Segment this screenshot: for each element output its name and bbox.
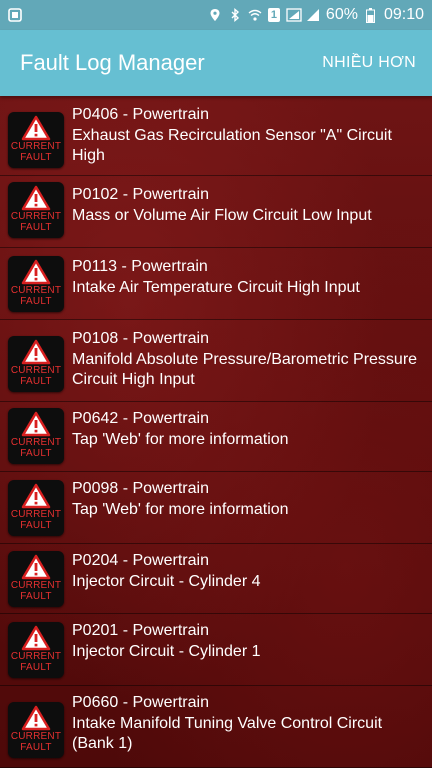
clock: 09:10 [383, 6, 424, 23]
fault-row[interactable]: CURRENT FAULT P0406 - Powertrain Exhaust… [0, 96, 432, 176]
fault-code: P0201 - Powertrain [72, 622, 209, 639]
location-icon [208, 8, 222, 22]
current-fault-icon: CURRENT FAULT [8, 622, 64, 678]
fault-description: Intake Air Temperature Circuit High Inpu… [72, 279, 360, 296]
fault-row[interactable]: CURRENT FAULT P0642 - Powertrain Tap 'We… [0, 402, 432, 472]
fault-label-line1: CURRENT [10, 437, 62, 448]
fault-label-line2: FAULT [20, 591, 52, 602]
battery-percent: 60% [325, 6, 358, 23]
fault-row[interactable]: CURRENT FAULT P0098 - Powertrain Tap 'We… [0, 472, 432, 544]
fault-label-line1: CURRENT [10, 580, 62, 591]
status-left [8, 8, 22, 22]
fault-code: P0098 - Powertrain [72, 480, 209, 497]
fault-code: P0406 - Powertrain [72, 106, 209, 123]
fault-text: P0098 - Powertrain Tap 'Web' for more in… [72, 478, 424, 520]
current-fault-icon: CURRENT FAULT [8, 480, 64, 536]
fault-description: Injector Circuit - Cylinder 4 [72, 573, 261, 590]
fault-label-line1: CURRENT [10, 509, 62, 520]
fault-description: Tap 'Web' for more information [72, 501, 289, 518]
fault-text: P0108 - Powertrain Manifold Absolute Pre… [72, 328, 424, 390]
fault-label-line2: FAULT [20, 152, 52, 163]
fault-label-line1: CURRENT [10, 731, 62, 742]
current-fault-icon: CURRENT FAULT [8, 256, 64, 312]
fault-code: P0102 - Powertrain [72, 186, 209, 203]
signal-icon [286, 8, 302, 22]
fault-label-line2: FAULT [20, 662, 52, 673]
fault-label-line2: FAULT [20, 448, 52, 459]
fault-text: P0204 - Powertrain Injector Circuit - Cy… [72, 550, 424, 592]
current-fault-icon: CURRENT FAULT [8, 182, 64, 238]
fault-row[interactable]: CURRENT FAULT P0660 - Powertrain Intake … [0, 686, 432, 768]
fault-description: Intake Manifold Tuning Valve Control Cir… [72, 715, 383, 752]
fault-code: P0113 - Powertrain [72, 258, 208, 275]
fault-row[interactable]: CURRENT FAULT P0102 - Powertrain Mass or… [0, 176, 432, 248]
fault-label-line2: FAULT [20, 376, 52, 387]
fault-label-line1: CURRENT [10, 651, 62, 662]
fault-description: Injector Circuit - Cylinder 1 [72, 643, 261, 660]
current-fault-icon: CURRENT FAULT [8, 702, 64, 758]
fault-label-line2: FAULT [20, 520, 52, 531]
current-fault-icon: CURRENT FAULT [8, 408, 64, 464]
fault-description: Exhaust Gas Recirculation Sensor "A" Cir… [72, 127, 392, 164]
fault-description: Tap 'Web' for more information [72, 431, 289, 448]
fault-label-line1: CURRENT [10, 365, 62, 376]
fault-list: CURRENT FAULT P0406 - Powertrain Exhaust… [0, 96, 432, 768]
app-bar: Fault Log Manager NHIỀU HƠN [0, 30, 432, 96]
fault-row[interactable]: CURRENT FAULT P0108 - Powertrain Manifol… [0, 320, 432, 402]
fault-label-line2: FAULT [20, 296, 52, 307]
battery-icon [364, 8, 378, 23]
fault-label-line1: CURRENT [10, 141, 62, 152]
fault-text: P0406 - Powertrain Exhaust Gas Recircula… [72, 104, 424, 166]
fault-description: Mass or Volume Air Flow Circuit Low Inpu… [72, 207, 372, 224]
fault-code: P0642 - Powertrain [72, 410, 209, 427]
current-fault-icon: CURRENT FAULT [8, 551, 64, 607]
fault-text: P0660 - Powertrain Intake Manifold Tunin… [72, 692, 424, 754]
fault-label-line2: FAULT [20, 742, 52, 753]
fault-code: P0108 - Powertrain [72, 330, 209, 347]
sim-slot-icon: 1 [267, 8, 280, 22]
fault-row[interactable]: CURRENT FAULT P0113 - Powertrain Intake … [0, 248, 432, 320]
fault-row[interactable]: CURRENT FAULT P0204 - Powertrain Injecto… [0, 544, 432, 614]
fault-row[interactable]: CURRENT FAULT P0201 - Powertrain Injecto… [0, 614, 432, 686]
fault-label-line1: CURRENT [10, 211, 62, 222]
signal-strength-icon [306, 8, 320, 22]
fault-code: P0660 - Powertrain [72, 694, 209, 711]
app-title: Fault Log Manager [20, 50, 205, 75]
fault-description: Manifold Absolute Pressure/Barometric Pr… [72, 351, 418, 388]
fault-label-line1: CURRENT [10, 285, 62, 296]
current-fault-icon: CURRENT FAULT [8, 112, 64, 168]
fault-code: P0204 - Powertrain [72, 552, 209, 569]
fault-text: P0113 - Powertrain Intake Air Temperatur… [72, 256, 424, 298]
current-fault-icon: CURRENT FAULT [8, 336, 64, 392]
notification-icon [8, 8, 22, 22]
fault-text: P0102 - Powertrain Mass or Volume Air Fl… [72, 184, 424, 226]
status-bar: 1 60% 09:10 [0, 0, 432, 30]
fault-label-line2: FAULT [20, 222, 52, 233]
wifi-icon [248, 8, 262, 22]
fault-text: P0201 - Powertrain Injector Circuit - Cy… [72, 620, 424, 662]
fault-text: P0642 - Powertrain Tap 'Web' for more in… [72, 408, 424, 450]
bluetooth-icon [228, 8, 242, 22]
status-right: 1 60% 09:10 [208, 6, 424, 24]
more-button[interactable]: NHIỀU HƠN [322, 54, 416, 72]
